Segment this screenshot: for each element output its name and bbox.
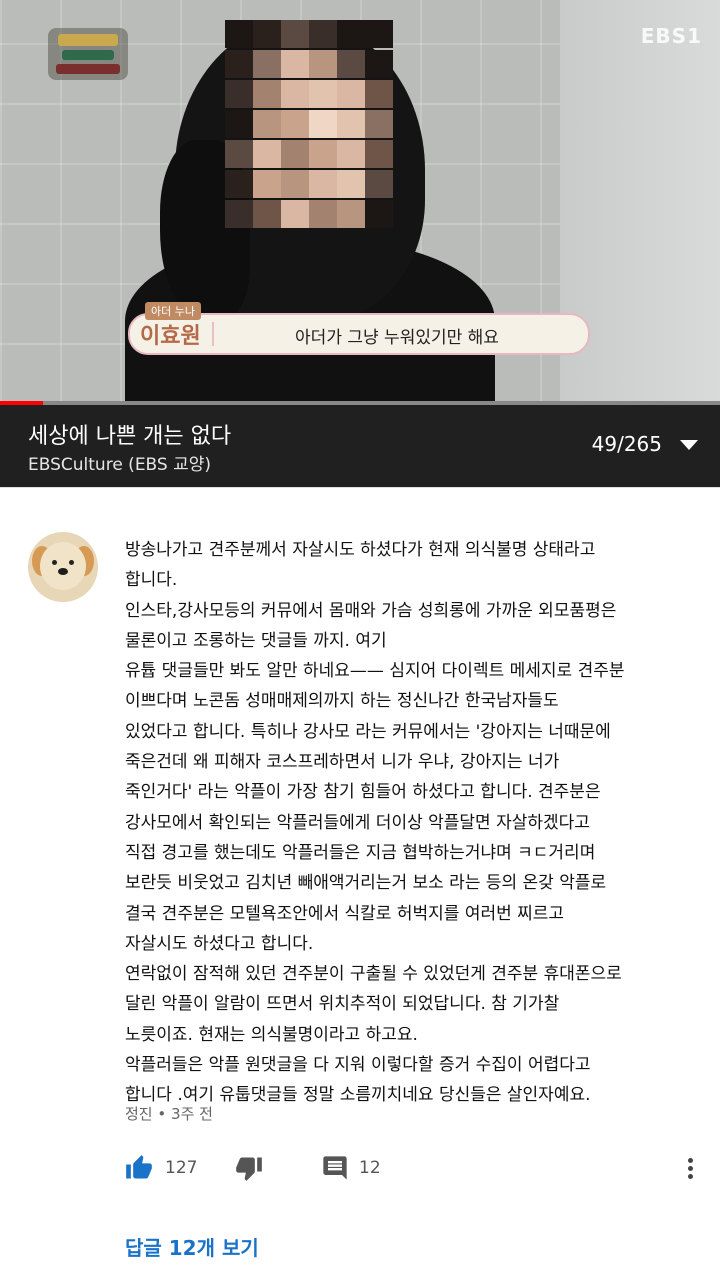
face-mosaic-tile [281,20,309,48]
subtitle-divider [212,322,214,346]
face-mosaic-tile [253,20,281,48]
playlist-title[interactable]: 세상에 나쁜 개는 없다 [28,418,231,450]
face-mosaic-tile [281,110,309,138]
thumbs-up-icon[interactable] [125,1154,153,1182]
face-mosaic-tile [281,80,309,108]
playlist-channel[interactable]: EBSCulture (EBS 교양) [28,450,211,475]
pixelated-face [225,20,395,230]
video-player[interactable]: EBS1 아더 누나 이효원 아더가 그냥 누워있기만 해요 [0,0,720,405]
face-mosaic-tile [281,50,309,78]
thumbs-down-icon[interactable] [235,1154,263,1182]
face-mosaic-tile [225,50,253,78]
face-mosaic-tile [309,20,337,48]
face-mosaic-tile [309,170,337,198]
face-mosaic-tile [309,80,337,108]
face-mosaic-tile [253,140,281,168]
face-mosaic-tile [253,200,281,228]
show-logo [48,28,128,80]
comment-meta: 정진 • 3주 전 [125,1103,213,1124]
face-mosaic-tile [337,200,365,228]
subtitle-speaker-name: 이효원 [140,324,201,349]
comment-icon[interactable] [321,1154,349,1182]
face-mosaic-tile [365,140,393,168]
comment-author[interactable]: 정진 [125,1105,153,1123]
face-mosaic-tile [337,110,365,138]
face-mosaic-tile [365,80,393,108]
comment-actions: 127 12 [125,1150,700,1190]
face-mosaic-tile [365,170,393,198]
face-mosaic-tile [281,200,309,228]
section-divider [0,487,720,488]
like-count: 127 [165,1158,198,1178]
face-mosaic-tile [309,110,337,138]
face-mosaic-tile [337,80,365,108]
face-mosaic-tile [253,50,281,78]
face-mosaic-tile [253,170,281,198]
face-mosaic-tile [253,80,281,108]
face-mosaic-tile [225,170,253,198]
chevron-down-icon[interactable] [680,440,698,450]
subtitle-text: 아더가 그냥 누워있기만 해요 [295,328,499,348]
face-mosaic-tile [365,20,393,48]
face-mosaic-tile [309,140,337,168]
face-mosaic-tile [225,200,253,228]
face-mosaic-tile [225,110,253,138]
comment-text: 방송나가고 견주분께서 자살시도 하셨다가 현재 의식불명 상태라고 합니다. … [125,540,625,1106]
face-mosaic-tile [281,140,309,168]
dog-avatar-icon[interactable] [28,532,98,602]
face-mosaic-tile [365,200,393,228]
face-mosaic-tile [309,50,337,78]
face-mosaic-tile [225,20,253,48]
more-vert-icon[interactable] [680,1158,700,1184]
face-mosaic-tile [225,80,253,108]
channel-watermark: EBS1 [640,24,702,48]
face-mosaic-tile [281,170,309,198]
face-mosaic-tile [337,50,365,78]
face-mosaic-tile [365,110,393,138]
meta-separator: • [157,1105,167,1123]
face-mosaic-tile [337,20,365,48]
face-mosaic-tile [253,110,281,138]
face-mosaic-tile [337,170,365,198]
face-mosaic-tile [309,200,337,228]
face-mosaic-tile [365,50,393,78]
face-mosaic-tile [337,140,365,168]
face-mosaic-tile [225,140,253,168]
reply-count: 12 [359,1158,381,1178]
comment-time: 3주 전 [171,1105,213,1123]
playlist-position: 49/265 [591,432,662,456]
view-replies-link[interactable]: 답글 12개 보기 [125,1232,259,1261]
